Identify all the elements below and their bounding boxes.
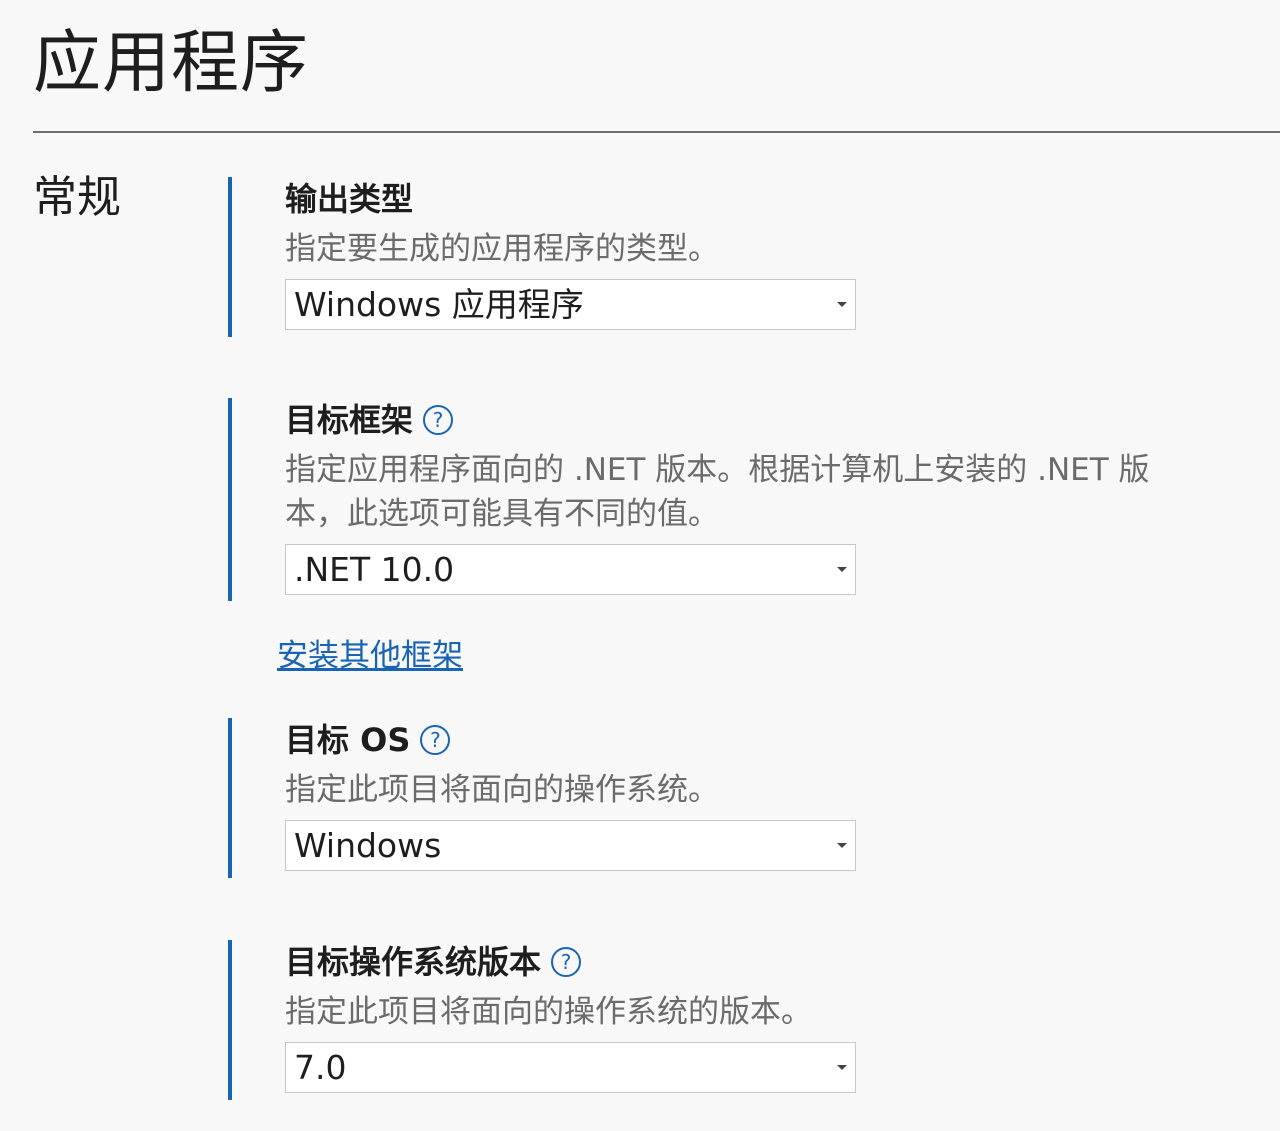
property-content: 目标操作系统版本 ? 指定此项目将面向的操作系统的版本。 7.0: [285, 940, 1225, 1093]
property-content: 目标 OS ? 指定此项目将面向的操作系统。 Windows: [285, 718, 1225, 871]
property-description: 指定此项目将面向的操作系统的版本。: [285, 994, 812, 1030]
title-divider: [33, 131, 1280, 133]
page-title: 应用程序: [33, 24, 310, 103]
property-indicator-bar: [228, 718, 232, 878]
property-indicator-bar: [228, 940, 232, 1100]
property-content: 输出类型 指定要生成的应用程序的类型。 Windows 应用程序: [285, 177, 1225, 330]
property-title-text: 目标 OS: [285, 721, 411, 759]
install-other-frameworks-link[interactable]: 安装其他框架: [277, 634, 463, 678]
chevron-down-icon: [837, 567, 847, 572]
property-title: 输出类型: [285, 177, 1225, 221]
property-output-type: 输出类型 指定要生成的应用程序的类型。 Windows 应用程序: [228, 177, 1228, 337]
chevron-down-icon: [837, 1065, 847, 1070]
property-target-os: 目标 OS ? 指定此项目将面向的操作系统。 Windows: [228, 718, 1228, 878]
property-title: 目标框架 ?: [285, 398, 1225, 442]
target-framework-dropdown[interactable]: .NET 10.0: [285, 544, 856, 595]
dropdown-value: Windows: [294, 826, 442, 865]
target-os-dropdown[interactable]: Windows: [285, 820, 856, 871]
property-description: 指定此项目将面向的操作系统。: [285, 772, 719, 808]
section-label-general: 常规: [33, 172, 121, 223]
output-type-dropdown[interactable]: Windows 应用程序: [285, 279, 856, 330]
chevron-down-icon: [837, 302, 847, 307]
property-title: 目标操作系统版本 ?: [285, 940, 1225, 984]
dropdown-value: 7.0: [294, 1048, 347, 1087]
property-title: 目标 OS ?: [285, 718, 1225, 762]
dropdown-value: .NET 10.0: [294, 550, 455, 589]
chevron-down-icon: [837, 843, 847, 848]
property-target-framework: 目标框架 ? 指定应用程序面向的 .NET 版本。根据计算机上安装的 .NET …: [228, 398, 1228, 601]
target-os-version-dropdown[interactable]: 7.0: [285, 1042, 856, 1093]
dropdown-value: Windows 应用程序: [294, 285, 584, 324]
property-content: 目标框架 ? 指定应用程序面向的 .NET 版本。根据计算机上安装的 .NET …: [285, 398, 1225, 595]
question-circle-icon[interactable]: ?: [423, 405, 454, 435]
property-target-os-version: 目标操作系统版本 ? 指定此项目将面向的操作系统的版本。 7.0: [228, 940, 1228, 1100]
question-circle-icon[interactable]: ?: [551, 947, 582, 977]
property-indicator-bar: [228, 177, 232, 337]
property-title-text: 目标框架: [285, 401, 414, 439]
question-circle-icon[interactable]: ?: [420, 725, 451, 755]
property-title-text: 目标操作系统版本: [285, 943, 542, 981]
property-description: 指定要生成的应用程序的类型。: [285, 231, 719, 267]
application-properties-page: 应用程序 常规 输出类型 指定要生成的应用程序的类型。 Windows 应用程序…: [0, 0, 1280, 1131]
property-description: 指定应用程序面向的 .NET 版本。根据计算机上安装的 .NET 版本，此选项可…: [285, 452, 1150, 532]
property-indicator-bar: [228, 398, 232, 601]
property-title-text: 输出类型: [285, 180, 414, 218]
